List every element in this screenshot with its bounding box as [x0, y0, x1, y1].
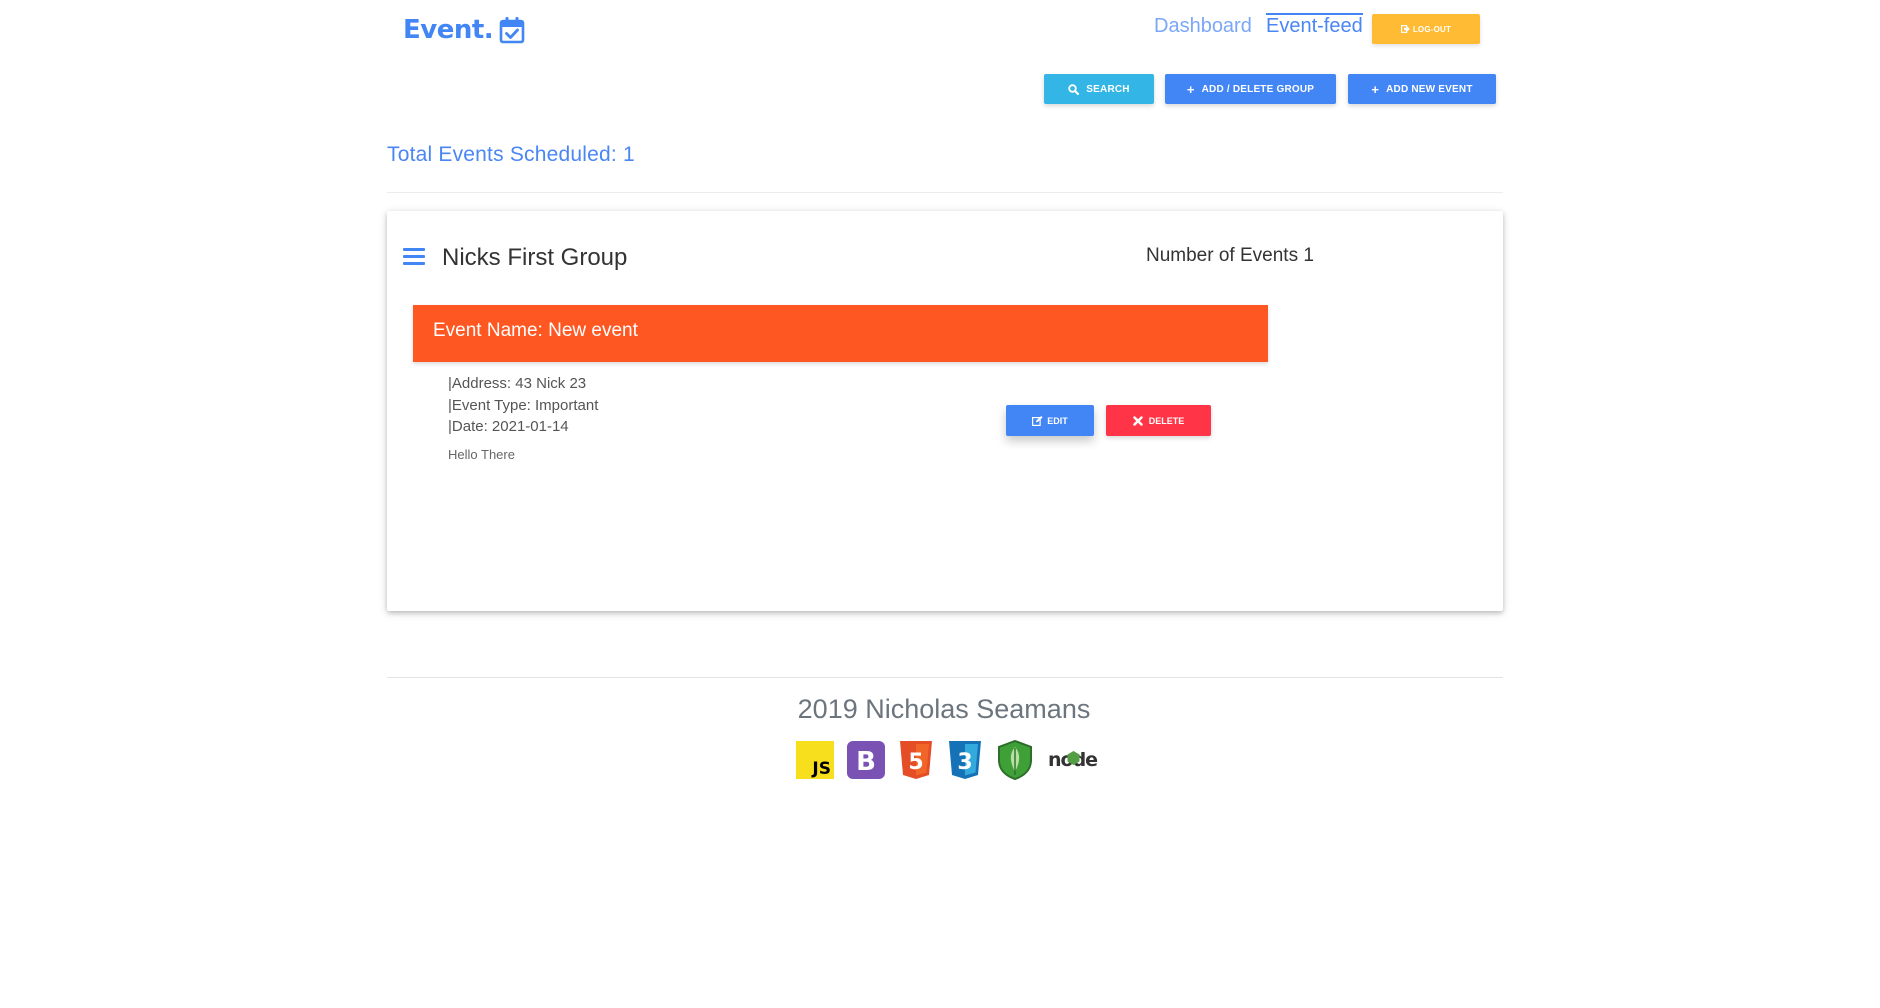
logout-button[interactable]: LOG-OUT — [1372, 14, 1480, 44]
event-header: Event Name: New event — [413, 305, 1268, 362]
html5-icon: 5 — [900, 741, 932, 779]
footer-divider — [387, 677, 1503, 678]
sign-out-icon — [1400, 25, 1410, 33]
calendar-check-icon — [499, 17, 525, 44]
svg-text:B: B — [856, 747, 876, 777]
search-button[interactable]: SEARCH — [1044, 74, 1154, 104]
delete-label: DELETE — [1148, 415, 1185, 426]
total-events-heading: Total Events Scheduled: 1 — [387, 143, 635, 166]
nav-event-feed-link[interactable]: Event-feed — [1266, 13, 1363, 38]
add-delete-group-button[interactable]: + ADD / DELETE GROUP — [1165, 74, 1336, 104]
edit-event-button[interactable]: EDIT — [1006, 405, 1094, 436]
logout-label: LOG-OUT — [1412, 24, 1452, 34]
svg-text:JS: JS — [811, 759, 831, 779]
nodejs-icon: node — [1048, 749, 1098, 771]
hamburger-menu-icon[interactable] — [403, 248, 425, 266]
add-new-event-button[interactable]: + ADD NEW EVENT — [1348, 74, 1496, 104]
event-date: |Date: 2021-01-14 — [448, 418, 569, 435]
nav-dashboard-link[interactable]: Dashboard — [1154, 15, 1252, 38]
divider — [387, 192, 1503, 193]
add-new-event-label: ADD NEW EVENT — [1386, 83, 1473, 95]
svg-text:5: 5 — [908, 750, 923, 775]
group-card: Nicks First Group Number of Events 1 Eve… — [387, 211, 1503, 611]
event-note: Hello There — [448, 447, 515, 462]
search-icon — [1068, 83, 1080, 95]
mongodb-icon — [998, 740, 1032, 780]
plus-icon: + — [1371, 81, 1380, 97]
plus-icon: + — [1186, 81, 1195, 97]
logo-text: Event. — [403, 15, 494, 45]
delete-event-button[interactable]: DELETE — [1106, 405, 1211, 436]
javascript-icon: JS — [796, 741, 834, 779]
svg-text:3: 3 — [957, 750, 972, 775]
bootstrap-icon: B — [847, 741, 885, 779]
search-label: SEARCH — [1086, 83, 1130, 95]
close-icon — [1133, 415, 1143, 426]
event-type: |Event Type: Important — [448, 397, 599, 414]
css3-icon: 3 — [949, 741, 981, 779]
add-delete-group-label: ADD / DELETE GROUP — [1201, 83, 1315, 95]
event-name: Event Name: New event — [433, 320, 638, 341]
brand-logo[interactable]: Event. — [403, 12, 525, 48]
edit-label: EDIT — [1047, 415, 1068, 426]
footer-credit: 2019 Nicholas Seamans — [797, 694, 1091, 724]
edit-icon — [1032, 415, 1043, 426]
tech-icons: JS B 5 3 node — [796, 740, 1099, 780]
group-event-count: Number of Events 1 — [1146, 245, 1314, 266]
event-address: |Address: 43 Nick 23 — [448, 375, 587, 392]
group-title: Nicks First Group — [442, 244, 628, 271]
